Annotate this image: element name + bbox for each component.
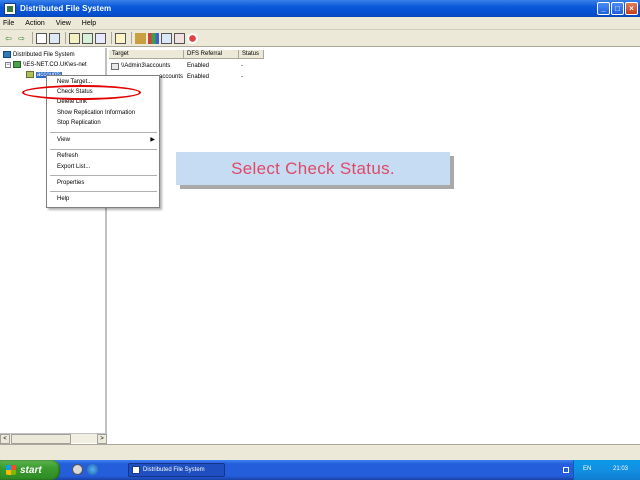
column-header-target[interactable]: Target: [109, 50, 184, 59]
toolbar: ⇦ ⇨: [0, 30, 640, 47]
back-icon[interactable]: ⇦: [3, 33, 14, 44]
quick-launch: [72, 464, 98, 475]
menu-action[interactable]: Action: [25, 20, 44, 27]
menu-bar: File Action View Help: [0, 17, 640, 30]
detail-pane: Target DFS Referral Status \\Admin3\acco…: [109, 48, 640, 444]
language-indicator[interactable]: EN: [583, 466, 591, 472]
show-hide-tree-icon[interactable]: [49, 32, 60, 44]
start-label: start: [20, 464, 42, 476]
maximize-button[interactable]: □: [611, 2, 624, 15]
submenu-arrow-icon: ▶: [150, 137, 155, 143]
new-window-icon[interactable]: [69, 32, 80, 44]
dfs-link-icon: [26, 71, 34, 78]
up-level-icon[interactable]: [36, 32, 47, 44]
menu-item-refresh[interactable]: Refresh: [57, 152, 78, 161]
row-status: -: [241, 63, 243, 69]
window-controls: _ □ ×: [597, 2, 638, 15]
menu-separator: [50, 149, 157, 150]
scroll-thumb[interactable]: [11, 434, 71, 444]
windows-logo-icon: [6, 465, 16, 475]
menu-separator: [50, 175, 157, 176]
target-icon: [111, 63, 119, 70]
instruction-callout: Select Check Status.: [176, 152, 450, 185]
toolbar-separator: [111, 32, 112, 44]
tree-item-label: \\ES-NET.CO.UK\es-net: [23, 61, 87, 68]
row-referral: Enabled: [187, 63, 210, 69]
show-desktop-icon[interactable]: [72, 464, 83, 475]
internet-explorer-icon[interactable]: [87, 464, 98, 475]
tray-expand-icon[interactable]: [563, 467, 569, 473]
toolbar-separator: [65, 32, 66, 44]
taskbar: start Distributed File System EN 21:03: [0, 460, 640, 480]
toolbar-separator: [131, 32, 132, 44]
row-status: -: [241, 74, 243, 80]
menu-file[interactable]: File: [3, 20, 14, 27]
menu-item-properties[interactable]: Properties: [57, 179, 84, 188]
menu-item-export-list[interactable]: Export List...: [57, 163, 90, 172]
replication-icon[interactable]: [148, 32, 159, 44]
column-header-dfs-referral[interactable]: DFS Referral: [184, 50, 239, 59]
stop-icon[interactable]: [187, 32, 198, 44]
status-bar: [0, 444, 640, 460]
title-bar: Distributed File System _ □ ×: [0, 0, 640, 17]
scroll-left-icon[interactable]: <: [0, 434, 10, 444]
properties-icon[interactable]: [174, 32, 185, 44]
menu-item-view[interactable]: View: [57, 136, 70, 145]
new-link-icon[interactable]: [135, 32, 146, 44]
task-label: Distributed File System: [143, 467, 205, 473]
menu-view[interactable]: View: [56, 20, 71, 27]
menu-separator: [50, 191, 157, 192]
system-tray: EN 21:03: [573, 460, 640, 480]
menu-item-stop-replication[interactable]: Stop Replication: [57, 119, 101, 128]
collapse-icon[interactable]: −: [5, 61, 11, 68]
toolbar-separator: [32, 32, 33, 44]
menu-item-new-target[interactable]: New Target...: [57, 78, 92, 87]
dfs-app-icon: [132, 466, 140, 474]
help-icon[interactable]: [115, 32, 126, 44]
menu-help[interactable]: Help: [82, 20, 96, 27]
dfs-icon: [3, 51, 11, 58]
start-button[interactable]: start: [0, 460, 60, 480]
tree-item-label: Distributed File System: [13, 51, 75, 58]
taskbar-task-dfs[interactable]: Distributed File System: [128, 463, 225, 477]
menu-separator: [50, 132, 157, 133]
close-button[interactable]: ×: [625, 2, 638, 15]
refresh-icon[interactable]: [82, 32, 93, 44]
menu-item-help[interactable]: Help: [57, 195, 69, 204]
minimize-button[interactable]: _: [597, 2, 610, 15]
row-referral: Enabled: [187, 74, 210, 80]
row-target[interactable]: accounts: [159, 73, 183, 82]
menu-item-check-status[interactable]: Check Status: [57, 88, 93, 97]
check-status-icon[interactable]: [161, 32, 172, 44]
forward-icon[interactable]: ⇨: [16, 33, 27, 44]
context-menu: New Target... Check Status Delete Link S…: [46, 75, 160, 208]
tree-item-dfs[interactable]: Distributed File System: [3, 50, 75, 59]
table-row[interactable]: \\Admin3\accounts: [111, 62, 170, 71]
tree-item-dfs-root[interactable]: − \\ES-NET.CO.UK\es-net: [5, 60, 87, 69]
column-header-status[interactable]: Status: [239, 50, 264, 59]
clock[interactable]: 21:03: [613, 466, 628, 472]
tree-horizontal-scrollbar[interactable]: < >: [0, 433, 107, 444]
export-list-icon[interactable]: [95, 32, 106, 44]
scroll-right-icon[interactable]: >: [97, 434, 107, 444]
menu-item-show-replication[interactable]: Show Replication Information: [57, 109, 135, 118]
window-title: Distributed File System: [20, 4, 112, 13]
row-target: \\Admin3\accounts: [121, 63, 171, 69]
dfs-root-icon: [13, 61, 21, 68]
dfs-app-icon: [4, 2, 16, 15]
menu-item-delete-link[interactable]: Delete Link: [57, 98, 87, 107]
